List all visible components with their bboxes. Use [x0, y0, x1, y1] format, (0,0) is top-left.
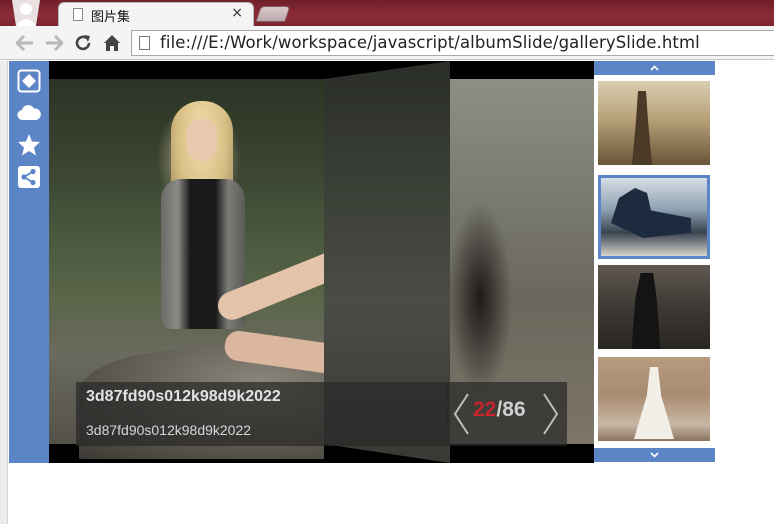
chevron-left-icon	[453, 393, 469, 435]
forward-button[interactable]	[42, 31, 66, 55]
browser-toolbar: file:///E:/Work/workspace/javascript/alb…	[0, 26, 774, 60]
back-arrow-icon	[16, 35, 33, 51]
gallery-slider: 3d87fd90s012k98d9k2022 3d87fd90s012k98d9…	[9, 61, 715, 463]
slide-counter-panel: 22/86	[447, 382, 567, 446]
tab-close-icon[interactable]: ×	[231, 5, 243, 21]
thumbnail[interactable]	[598, 265, 710, 349]
star-icon	[18, 134, 40, 156]
cloud-icon	[17, 105, 41, 121]
new-tab-button[interactable]	[255, 6, 291, 22]
fullscreen-button[interactable]	[17, 69, 41, 93]
photo-figure-face	[187, 119, 217, 161]
share-icon	[18, 166, 40, 188]
fullscreen-icon	[17, 69, 41, 93]
chevron-up-icon	[650, 65, 659, 71]
chevron-right-icon	[543, 393, 559, 435]
photo-title: 3d87fd90s012k98d9k2022	[86, 388, 281, 405]
photo-caption: 3d87fd90s012k98d9k2022 3d87fd90s012k98d9…	[76, 382, 448, 446]
chevron-down-icon	[650, 452, 659, 458]
slide-counter: 22/86	[473, 398, 526, 422]
photo-description: 3d87fd90s012k98d9k2022	[86, 422, 252, 438]
thumbnail[interactable]	[598, 81, 710, 165]
reload-button[interactable]	[71, 31, 95, 55]
url-text: file:///E:/Work/workspace/javascript/alb…	[160, 33, 700, 52]
cloud-button[interactable]	[17, 101, 41, 125]
tab-title: 图片集	[91, 10, 131, 25]
next-slide-button[interactable]	[542, 392, 560, 436]
address-bar[interactable]: file:///E:/Work/workspace/javascript/alb…	[131, 30, 774, 56]
browser-titlebar: 图片集 ×	[0, 0, 774, 26]
fold-shadow-top	[324, 61, 450, 79]
thumbnails-scroll-down-button[interactable]	[594, 448, 715, 462]
thumbnails-scroll-up-button[interactable]	[594, 61, 715, 75]
browser-tab[interactable]: 图片集 ×	[58, 2, 254, 26]
share-button[interactable]	[17, 165, 41, 189]
document-icon	[139, 36, 150, 50]
thumbnail-active[interactable]	[598, 175, 710, 259]
slide-stage[interactable]: 3d87fd90s012k98d9k2022 3d87fd90s012k98d9…	[49, 61, 594, 463]
page-icon	[73, 8, 83, 21]
current-slide-number: 22	[473, 398, 497, 421]
favorite-button[interactable]	[17, 133, 41, 157]
gallery-sidebar	[9, 61, 49, 463]
thumbnail[interactable]	[598, 357, 710, 441]
forward-arrow-icon	[46, 35, 63, 51]
total-slide-count: 86	[502, 398, 526, 421]
home-button[interactable]	[100, 31, 124, 55]
home-icon	[104, 35, 120, 51]
profile-avatar-icon[interactable]	[6, 0, 46, 26]
back-button[interactable]	[13, 31, 37, 55]
page-viewport: 3d87fd90s012k98d9k2022 3d87fd90s012k98d9…	[0, 61, 774, 524]
thumbnail-strip	[594, 61, 715, 463]
prev-slide-button[interactable]	[452, 392, 470, 436]
page-scroll-edge	[0, 61, 8, 524]
reload-icon	[75, 35, 91, 51]
